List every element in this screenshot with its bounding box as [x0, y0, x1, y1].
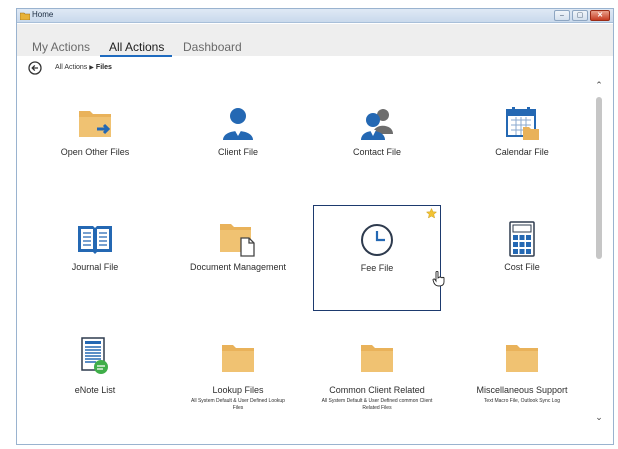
- enote-icon: [81, 337, 108, 374]
- tab-dashboard[interactable]: Dashboard: [183, 40, 242, 54]
- tab-my-actions[interactable]: My Actions: [32, 40, 90, 54]
- book-icon: [78, 226, 112, 254]
- folder-document-icon: [220, 224, 255, 257]
- calendar-icon: [506, 107, 539, 140]
- title-bar[interactable]: Home – ▢ ✕: [17, 9, 613, 23]
- tab-bar: My Actions All Actions Dashboard: [17, 24, 613, 57]
- tile-description: All System Default & User Defined common…: [321, 398, 433, 411]
- minimize-button[interactable]: –: [554, 10, 570, 21]
- tile-common-client-related[interactable]: Common Client Related All System Default…: [313, 327, 441, 433]
- tile-label: Cost File: [504, 262, 540, 272]
- tile-label: eNote List: [74, 385, 116, 395]
- tile-contact-file[interactable]: Contact File: [313, 91, 441, 197]
- tile-document-management[interactable]: Document Management: [174, 205, 302, 311]
- scroll-thumb[interactable]: [596, 97, 602, 259]
- tile-label: Calendar File: [495, 147, 549, 157]
- back-arrow-icon[interactable]: [28, 61, 42, 75]
- breadcrumb-parent[interactable]: All Actions: [55, 64, 87, 71]
- scroll-down-icon[interactable]: ⌄: [593, 411, 605, 423]
- person-icon: [223, 108, 253, 140]
- tile-label: Lookup Files: [212, 385, 264, 395]
- favorite-star-icon[interactable]: [426, 208, 437, 219]
- tile-description: Text Macro File, Outlook Sync Log: [483, 398, 561, 404]
- breadcrumb-current: Files: [95, 64, 112, 71]
- breadcrumb-separator-icon: ▶: [89, 65, 94, 71]
- clock-icon: [361, 224, 393, 256]
- scroll-up-icon[interactable]: ⌃: [593, 79, 605, 91]
- maximize-button[interactable]: ▢: [572, 10, 588, 21]
- app-icon: [20, 12, 30, 20]
- active-tab-indicator: [100, 55, 172, 57]
- tile-journal-file[interactable]: Journal File: [31, 205, 159, 311]
- folder-icon: [361, 345, 393, 372]
- folder-icon: [506, 345, 538, 372]
- tile-fee-file[interactable]: Fee File: [313, 205, 441, 311]
- hand-cursor-icon: [432, 271, 445, 287]
- breadcrumb: All Actions ▶ Files: [55, 64, 112, 71]
- calculator-icon: [509, 221, 535, 257]
- tile-label: Journal File: [71, 262, 119, 272]
- tile-label: Contact File: [352, 147, 402, 157]
- tab-all-actions[interactable]: All Actions: [109, 40, 164, 54]
- tile-client-file[interactable]: Client File: [174, 91, 302, 197]
- tile-lookup-files[interactable]: Lookup Files All System Default & User D…: [174, 327, 302, 433]
- close-button[interactable]: ✕: [590, 10, 610, 21]
- folder-arrow-icon: [79, 111, 111, 137]
- vertical-scrollbar[interactable]: ⌃ ⌄: [593, 79, 605, 439]
- window-title: Home: [32, 10, 54, 19]
- tile-label: Miscellaneous Support: [476, 385, 568, 395]
- main-window: Home – ▢ ✕ My Actions All Actions Dashbo…: [16, 8, 614, 445]
- tile-label: Client File: [217, 147, 258, 157]
- tile-calendar-file[interactable]: Calendar File: [458, 91, 586, 197]
- tile-cost-file[interactable]: Cost File: [458, 205, 586, 311]
- tile-description: All System Default & User Defined Lookup…: [191, 398, 285, 411]
- folder-icon: [222, 345, 254, 372]
- tile-label: Fee File: [360, 263, 394, 273]
- tile-miscellaneous-support[interactable]: Miscellaneous Support Text Macro File, O…: [458, 327, 586, 433]
- contacts-icon: [361, 109, 393, 140]
- tile-label: Common Client Related: [329, 385, 425, 395]
- tile-label: Document Management: [189, 262, 287, 272]
- tile-open-other-files[interactable]: Open Other Files: [31, 91, 159, 197]
- tile-label: Open Other Files: [60, 147, 130, 157]
- tile-enote-list[interactable]: eNote List: [31, 327, 159, 433]
